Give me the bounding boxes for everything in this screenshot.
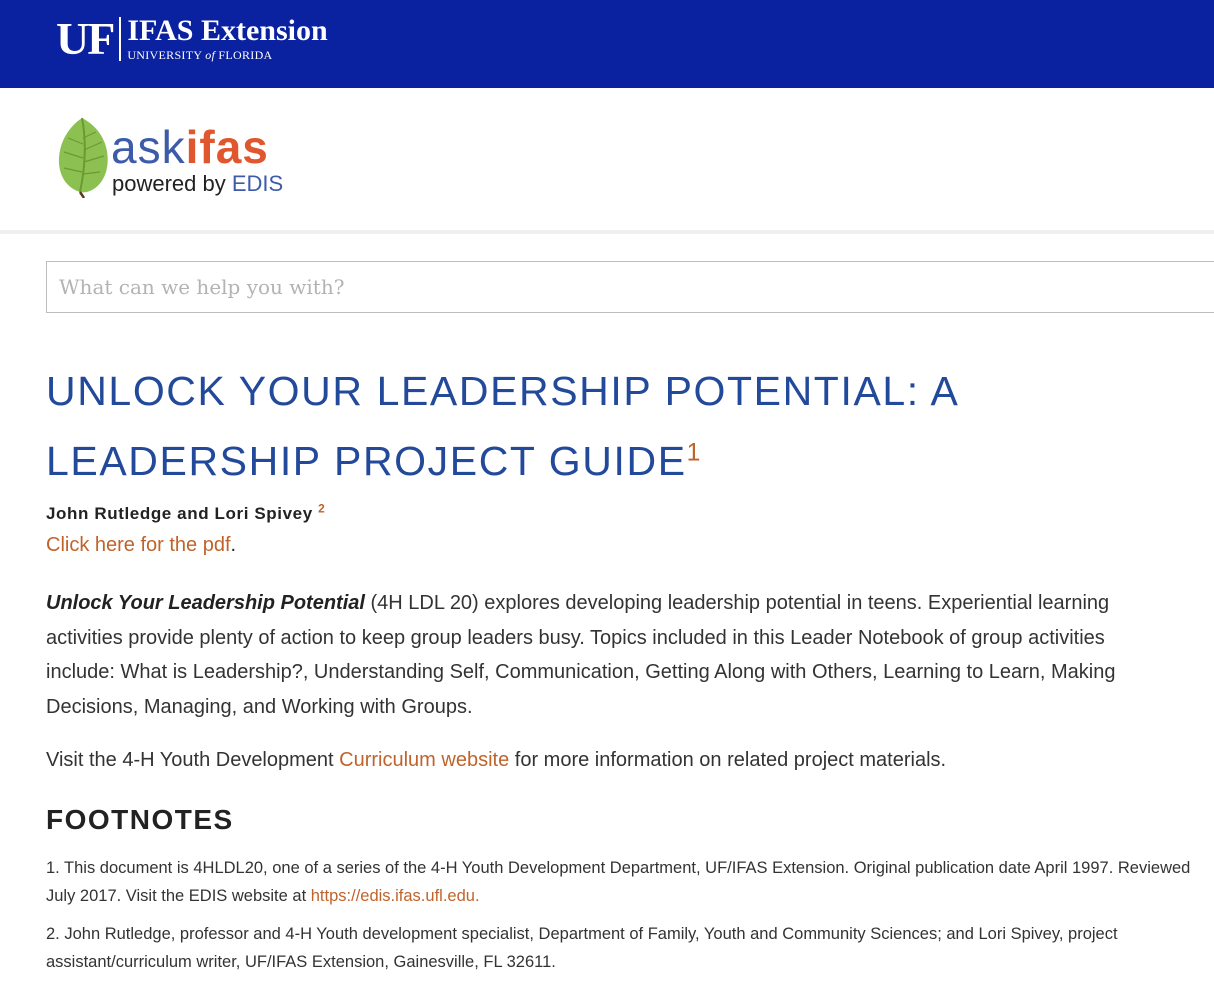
top-header-bar: UF IFAS Extension UNIVERSITY of FLORIDA	[0, 0, 1214, 88]
leaf-icon[interactable]	[56, 114, 112, 198]
ifas-wordmark: ifas	[185, 121, 269, 173]
university-name: UNIVERSITY of FLORIDA	[127, 48, 273, 62]
edis-website-link[interactable]: https://edis.ifas.ufl.edu	[311, 887, 475, 905]
pdf-link[interactable]: Click here for the pdf	[46, 534, 231, 556]
page-title: UNLOCK YOUR LEADERSHIP POTENTIAL: A LEAD…	[46, 368, 958, 484]
brand-separator	[0, 230, 1214, 234]
logo-divider	[119, 17, 122, 61]
title-footnote-ref[interactable]: 1	[687, 439, 702, 466]
ask-wordmark: ask	[111, 121, 186, 173]
askifas-logo[interactable]: askifas	[111, 122, 269, 172]
authors: John Rutledge and Lori Spivey 2	[46, 501, 326, 523]
search-box[interactable]	[46, 261, 1214, 313]
curriculum-paragraph: Visit the 4-H Youth Development Curricul…	[46, 749, 947, 771]
pdf-line: Click here for the pdf.	[46, 534, 237, 556]
footnote-1: 1. This document is 4HLDL20, one of a se…	[46, 859, 1191, 905]
publication-title-italic: Unlock Your Leadership Potential	[46, 592, 365, 614]
intro-paragraph: Unlock Your Leadership Potential (4H LDL…	[46, 592, 1116, 718]
search-input[interactable]	[47, 262, 1214, 312]
uf-monogram: UF	[56, 13, 115, 64]
logo-text: IFAS Extension UNIVERSITY of FLORIDA	[127, 14, 328, 63]
extension-title: IFAS Extension	[127, 14, 328, 47]
author-footnote-ref[interactable]: 2	[318, 501, 325, 515]
uf-ifas-extension-logo[interactable]: UF IFAS Extension UNIVERSITY of FLORIDA	[56, 13, 328, 64]
powered-by-edis: powered by EDIS	[112, 171, 284, 196]
footnotes-heading: FOOTNOTES	[46, 804, 234, 835]
curriculum-website-link[interactable]: Curriculum website	[339, 749, 509, 771]
footnote-2: 2. John Rutledge, professor and 4-H Yout…	[46, 925, 1118, 971]
